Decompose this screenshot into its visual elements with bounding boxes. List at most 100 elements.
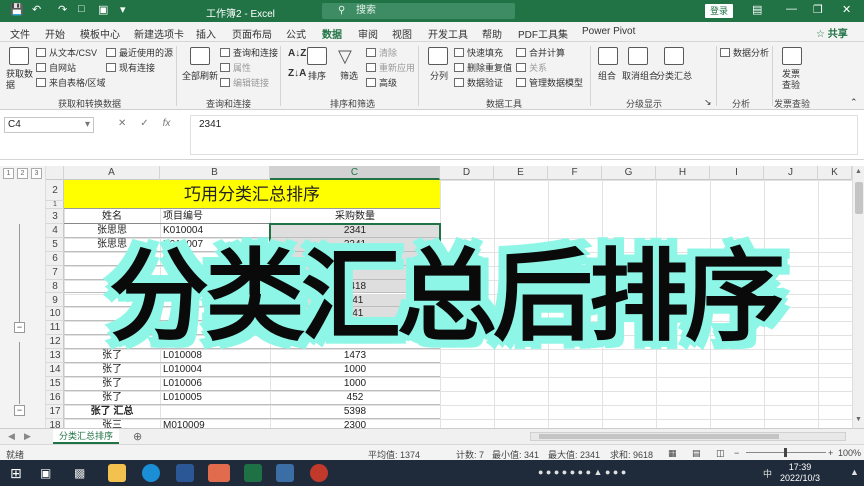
scroll-up-icon[interactable]: ▲ <box>855 168 862 175</box>
name-box[interactable]: C4 ▾ <box>4 117 94 133</box>
tab-new[interactable]: 新建选项卡 <box>134 26 184 41</box>
quick-access-more-icon[interactable]: ▾ <box>120 3 126 16</box>
qty-cell[interactable]: 2300 <box>270 419 440 428</box>
name-cell[interactable]: 张了 <box>64 391 160 405</box>
zoom-out-icon[interactable]: − <box>734 448 739 458</box>
sort-button[interactable]: 排序 <box>308 69 326 82</box>
code-cell[interactable]: L010004 <box>160 363 270 377</box>
column-header-j[interactable]: J <box>764 166 818 180</box>
code-cell[interactable]: M010009 <box>160 419 270 428</box>
tab-formulas[interactable]: 公式 <box>286 26 306 41</box>
tab-power-pivot[interactable]: Power Pivot <box>582 26 635 37</box>
collapse-ribbon-icon[interactable]: ⌃ <box>850 97 858 108</box>
tab-developer[interactable]: 开发工具 <box>428 26 468 41</box>
vertical-scrollbar[interactable]: ▲ ▼ <box>852 166 864 428</box>
photos-icon[interactable] <box>276 464 294 482</box>
close-icon[interactable]: ✕ <box>842 3 851 16</box>
header-cell-name[interactable]: 姓名 <box>64 210 160 224</box>
ribbon-display-icon[interactable]: ▤ <box>752 3 762 16</box>
zoom-level[interactable]: 100% <box>838 448 861 458</box>
column-header-c[interactable]: C <box>270 166 440 180</box>
scroll-down-icon[interactable]: ▼ <box>855 416 862 423</box>
remove-duplicates-button[interactable]: 删除重复值 <box>454 61 512 74</box>
sort-za-icon[interactable]: Z↓A <box>288 68 306 79</box>
edge-browser-icon[interactable] <box>142 464 160 482</box>
column-header-a[interactable]: A <box>64 166 160 180</box>
name-cell[interactable]: 张了 <box>64 377 160 391</box>
tab-page-layout[interactable]: 页面布局 <box>232 26 272 41</box>
properties-button[interactable]: 属性 <box>220 61 251 74</box>
scroll-thumb[interactable] <box>855 182 863 214</box>
sheet-title-cell[interactable]: 巧用分类汇总排序 <box>64 180 440 209</box>
consolidate-button[interactable]: 合并计算 <box>516 46 565 59</box>
row-header[interactable]: 17 <box>46 405 64 419</box>
file-explorer-icon[interactable] <box>108 464 126 482</box>
tab-template-center[interactable]: 模板中心 <box>80 26 120 41</box>
outline-level-1-button[interactable]: 1 <box>3 168 14 179</box>
next-sheet-icon[interactable]: ▶ <box>24 431 31 442</box>
tab-pdf-tools[interactable]: PDF工具集 <box>518 26 568 41</box>
collapse-group-icon[interactable]: − <box>14 405 25 416</box>
normal-view-icon[interactable]: ▦ <box>668 448 677 459</box>
notification-icon[interactable]: ▲ <box>850 467 859 477</box>
row-header[interactable]: 16 <box>46 391 64 405</box>
code-cell[interactable] <box>160 405 270 419</box>
flash-fill-button[interactable]: 快速填充 <box>454 46 503 59</box>
save-icon[interactable]: 💾 <box>10 3 24 16</box>
column-header-e[interactable]: E <box>494 166 548 180</box>
widgets-icon[interactable]: ▩ <box>74 464 92 482</box>
queries-connections-button[interactable]: 查询和连接 <box>220 46 278 59</box>
name-cell[interactable]: 张三 <box>64 419 160 428</box>
share-button[interactable]: ☆ 共享 <box>816 25 848 40</box>
outline-settings-icon[interactable]: ↘ <box>704 97 712 108</box>
qty-cell[interactable]: 452 <box>270 391 440 405</box>
edit-links-button[interactable]: 编辑链接 <box>220 76 269 89</box>
system-clock[interactable]: 17:39 2022/10/3 <box>780 462 820 484</box>
subtotal-button[interactable]: 分类汇总 <box>656 69 692 82</box>
zoom-in-icon[interactable]: + <box>828 448 833 458</box>
search-box[interactable]: ⚲ 搜索 <box>322 3 515 19</box>
recent-sources-button[interactable]: 最近使用的源 <box>106 46 173 59</box>
sort-az-icon[interactable]: A↓Z <box>288 48 306 59</box>
start-windows-icon[interactable]: ⊞ <box>10 464 28 482</box>
column-header-h[interactable]: H <box>656 166 710 180</box>
tab-view[interactable]: 视图 <box>392 26 412 41</box>
row-header[interactable]: 1 <box>46 201 64 209</box>
page-layout-view-icon[interactable]: ▤ <box>692 448 701 459</box>
header-cell-qty[interactable]: 采购数量 <box>270 210 440 224</box>
select-all-corner[interactable] <box>46 166 64 180</box>
tab-review[interactable]: 审阅 <box>358 26 378 41</box>
outline-level-3-button[interactable]: 3 <box>31 168 42 179</box>
from-web-button[interactable]: 自网站 <box>36 61 76 74</box>
from-table-button[interactable]: 来自表格/区域 <box>36 76 106 89</box>
existing-connections-button[interactable]: 现有连接 <box>106 61 155 74</box>
task-view-icon[interactable]: ▣ <box>40 464 58 482</box>
undo-icon[interactable]: ↶ <box>32 3 41 16</box>
row-header[interactable]: 14 <box>46 363 64 377</box>
tab-insert[interactable]: 插入 <box>196 26 216 41</box>
sheet-tab-active[interactable]: 分类汇总排序 <box>53 429 120 444</box>
from-text-csv-button[interactable]: 从文本/CSV <box>36 46 97 59</box>
invoice-check-button[interactable]: 发票查验 <box>782 69 804 91</box>
column-header-f[interactable]: F <box>548 166 602 180</box>
outline-level-2-button[interactable]: 2 <box>17 168 28 179</box>
add-sheet-icon[interactable]: ⊕ <box>133 430 142 443</box>
column-header-d[interactable]: D <box>440 166 494 180</box>
data-analysis-button[interactable]: 数据分析 <box>720 46 769 59</box>
insert-function-button[interactable]: fx <box>163 118 171 129</box>
relationships-button[interactable]: 关系 <box>516 61 547 74</box>
data-validation-button[interactable]: 数据验证 <box>454 76 503 89</box>
name-cell[interactable]: 张了 汇总 <box>64 405 160 419</box>
row-header[interactable]: 3 <box>46 210 64 224</box>
column-header-i[interactable]: I <box>710 166 764 180</box>
refresh-all-button[interactable]: 全部刷新 <box>182 69 218 82</box>
zoom-slider-thumb[interactable] <box>784 448 787 457</box>
code-cell[interactable]: L010005 <box>160 391 270 405</box>
enter-icon[interactable]: ✓ <box>140 118 148 129</box>
prev-sheet-icon[interactable]: ◀ <box>8 431 15 442</box>
restore-icon[interactable]: ❐ <box>813 3 823 16</box>
collapse-group-icon[interactable]: − <box>14 322 25 333</box>
manage-model-button[interactable]: 管理数据模型 <box>516 76 583 89</box>
recorder-icon[interactable] <box>310 464 328 482</box>
name-cell[interactable]: 张了 <box>64 363 160 377</box>
